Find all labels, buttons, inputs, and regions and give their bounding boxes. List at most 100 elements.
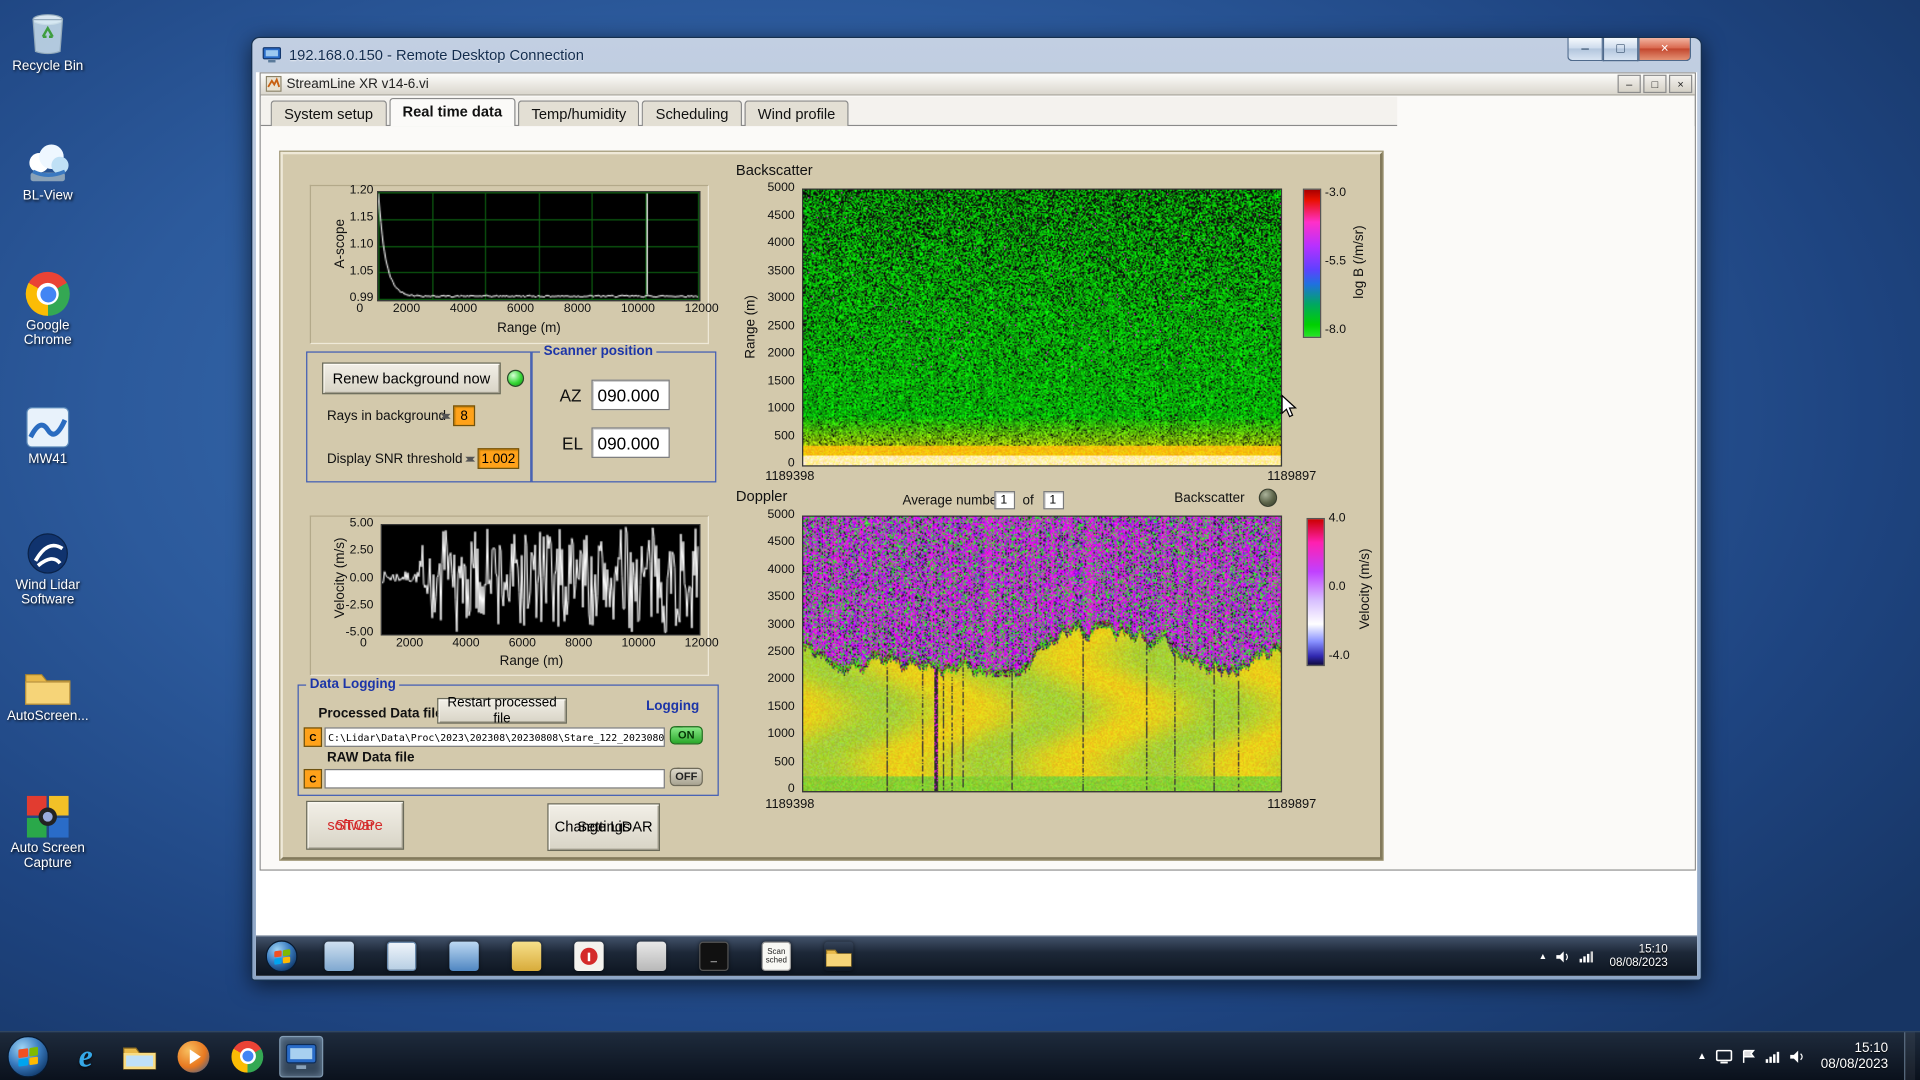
windows-flag-icon bbox=[273, 948, 290, 965]
notes-icon[interactable] bbox=[511, 941, 542, 972]
rays-in-background-label: Rays in background bbox=[326, 408, 447, 424]
action-center-flag-icon[interactable] bbox=[1741, 1049, 1756, 1064]
folder-icon bbox=[23, 658, 72, 707]
bl-view-icon bbox=[23, 137, 72, 186]
network-places-icon[interactable] bbox=[386, 941, 417, 972]
tick-label: 10000 bbox=[621, 636, 656, 651]
average-total-value[interactable]: 1 bbox=[1043, 491, 1065, 510]
tab-bar: System setup Real time data Temp/humidit… bbox=[260, 96, 1398, 127]
backscatter-title: Backscatter bbox=[735, 161, 813, 179]
tick-label: 2000 bbox=[392, 302, 421, 316]
scan-scheduler-icon[interactable]: Scan sched bbox=[761, 941, 792, 972]
tab-temp-humidity[interactable]: Temp/humidity bbox=[518, 100, 640, 127]
rdp-window-controls: – □ × bbox=[1567, 37, 1692, 62]
change-lidar-settings-button[interactable]: Change LiDAR Settings bbox=[547, 803, 660, 852]
desktop-icon-autoscreen[interactable]: AutoScreen... bbox=[2, 658, 93, 724]
remote-start-button[interactable] bbox=[265, 940, 298, 973]
streamline-titlebar[interactable]: StreamLine XR v14-6.vi – □ × bbox=[260, 73, 1695, 96]
start-button[interactable] bbox=[7, 1035, 49, 1077]
taskbar-clock[interactable]: 15:10 08/08/2023 bbox=[1813, 1040, 1895, 1072]
windows-flag-icon bbox=[18, 1046, 38, 1067]
volume-icon[interactable] bbox=[1556, 950, 1571, 963]
auto-screen-capture-icon bbox=[26, 790, 70, 839]
mw41-app-icon[interactable] bbox=[449, 941, 479, 972]
desktop-icon-bl-view[interactable]: BL-View bbox=[2, 137, 93, 203]
az-value-field[interactable]: 090.000 bbox=[591, 379, 670, 411]
raw-path-field[interactable] bbox=[324, 768, 665, 789]
tick-label: 5.00 bbox=[349, 516, 374, 531]
stop-software-button[interactable]: STOP software bbox=[306, 800, 405, 850]
tick-label: 4500 bbox=[767, 535, 795, 550]
taskbar-explorer-icon[interactable] bbox=[118, 1035, 162, 1077]
hidden-icons-arrow[interactable]: ▲ bbox=[1539, 952, 1547, 961]
recycle-bin-icon bbox=[28, 7, 67, 56]
average-number-value[interactable]: 1 bbox=[994, 491, 1016, 510]
doppler-title: Doppler bbox=[735, 487, 788, 505]
tab-real-time-data[interactable]: Real time data bbox=[389, 97, 516, 127]
remote-desktop-area: StreamLine XR v14-6.vi – □ × System setu… bbox=[255, 72, 1698, 976]
taskbar-ie-icon[interactable]: e bbox=[64, 1035, 108, 1077]
rdp-minimize-button[interactable]: – bbox=[1567, 37, 1603, 62]
snr-spinner[interactable] bbox=[464, 448, 475, 469]
data-logging-title: Data Logging bbox=[306, 677, 400, 694]
network-icon[interactable] bbox=[1579, 950, 1594, 963]
rdp-devices-icon[interactable] bbox=[1715, 1049, 1733, 1064]
tab-scheduling[interactable]: Scheduling bbox=[642, 100, 742, 127]
tick-label: 500 bbox=[774, 429, 795, 443]
app-maximize-button[interactable]: □ bbox=[1643, 74, 1667, 94]
desktop-icon-mw41[interactable]: MW41 bbox=[2, 400, 93, 467]
renew-background-button[interactable]: Renew background now bbox=[322, 362, 501, 395]
tick-label: 4000 bbox=[767, 236, 795, 250]
volume-icon[interactable] bbox=[1789, 1049, 1805, 1064]
tab-wind-profile[interactable]: Wind profile bbox=[744, 100, 849, 127]
tick-label: 3500 bbox=[767, 263, 795, 278]
backscatter-colorbar bbox=[1302, 188, 1322, 338]
snr-value[interactable]: 1.002 bbox=[477, 448, 520, 469]
raw-drive-chip[interactable]: C bbox=[303, 768, 323, 789]
tab-system-setup[interactable]: System setup bbox=[270, 100, 387, 127]
rdp-close-button[interactable]: × bbox=[1638, 37, 1692, 62]
command-prompt-icon[interactable]: _ bbox=[699, 941, 729, 972]
backscatter-xlabels: 1189398 1189897 bbox=[765, 470, 1316, 483]
desktop-icon-auto-screen-capture[interactable]: Auto Screen Capture bbox=[2, 790, 93, 871]
tick-label: 1.05 bbox=[349, 264, 374, 278]
rays-spinner[interactable] bbox=[440, 405, 451, 426]
snr-threshold-label: Display SNR threshold bbox=[326, 451, 463, 467]
remote-clock[interactable]: 15:10 08/08/2023 bbox=[1602, 943, 1675, 970]
taskbar-rdp-icon[interactable] bbox=[279, 1035, 324, 1077]
desktop-icon-wind-lidar[interactable]: Wind Lidar Software bbox=[2, 527, 93, 607]
restart-processed-file-button[interactable]: Restart processed file bbox=[437, 695, 567, 726]
average-of-label: of bbox=[1022, 493, 1034, 509]
raw-logging-toggle[interactable]: OFF bbox=[669, 767, 703, 786]
taskbar-media-player-icon[interactable] bbox=[171, 1035, 215, 1077]
processed-data-file-label: Processed Data file bbox=[318, 706, 443, 722]
processed-drive-chip[interactable]: C bbox=[303, 727, 323, 747]
velocity-yticks: 5.00 2.50 0.00 -2.50 -5.00 bbox=[327, 517, 374, 639]
screen-capture-icon[interactable] bbox=[636, 941, 667, 972]
libraries-icon[interactable] bbox=[324, 941, 354, 972]
explorer-folder-icon[interactable] bbox=[824, 942, 853, 971]
processed-path-field[interactable]: C:\Lidar\Data\Proc\2023\202308\20230808\… bbox=[324, 727, 665, 747]
processed-logging-toggle[interactable]: ON bbox=[669, 725, 703, 744]
power-control-icon[interactable] bbox=[574, 941, 604, 972]
desktop-icon-google-chrome[interactable]: Google Chrome bbox=[2, 267, 93, 348]
tick-label: 500 bbox=[774, 754, 795, 769]
el-value-field[interactable]: 090.000 bbox=[591, 427, 670, 458]
time-start-label: 1189398 bbox=[765, 468, 815, 484]
network-icon[interactable] bbox=[1764, 1049, 1780, 1064]
stop-line2: software bbox=[327, 816, 383, 834]
taskbar-chrome-icon[interactable] bbox=[225, 1035, 269, 1077]
backscatter-ylabel: Range (m) bbox=[743, 295, 758, 359]
app-minimize-button[interactable]: – bbox=[1617, 74, 1641, 94]
rdp-titlebar[interactable]: 192.168.0.150 - Remote Desktop Connectio… bbox=[252, 37, 1701, 72]
tick-label: -4.0 bbox=[1328, 648, 1350, 663]
desktop-icon-recycle-bin[interactable]: Recycle Bin bbox=[2, 7, 93, 73]
rdp-maximize-button[interactable]: □ bbox=[1602, 37, 1639, 62]
show-desktop-button[interactable] bbox=[1904, 1031, 1916, 1080]
hidden-icons-arrow[interactable]: ▲ bbox=[1697, 1051, 1707, 1062]
time-end-label: 1189897 bbox=[1267, 797, 1317, 812]
tick-label: 1000 bbox=[767, 401, 795, 416]
app-close-button[interactable]: × bbox=[1668, 74, 1693, 94]
rays-value[interactable]: 8 bbox=[453, 405, 476, 427]
backscatter-toggle[interactable] bbox=[1258, 488, 1278, 507]
